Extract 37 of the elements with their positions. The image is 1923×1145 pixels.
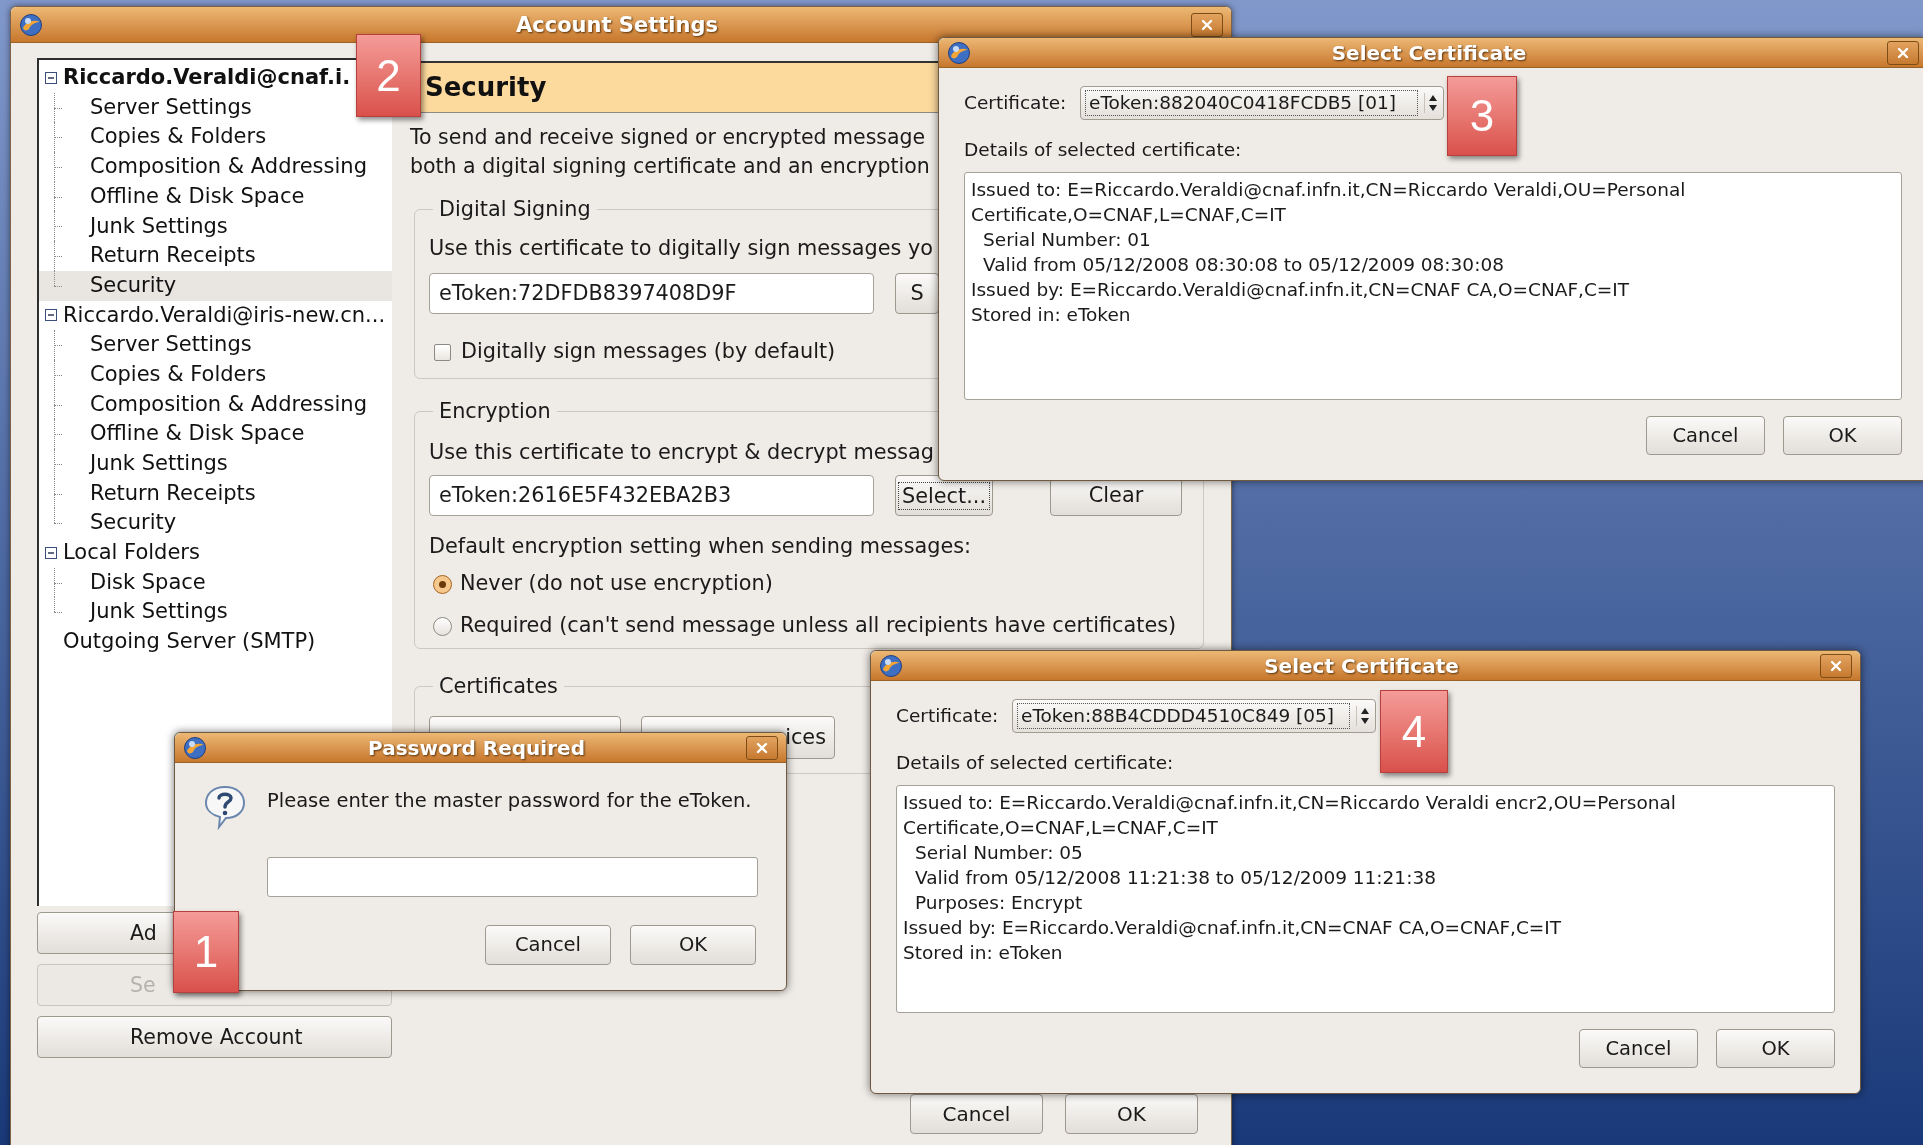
details-line: Serial Number: 05 [914,841,1083,865]
field-label: Details of selected certificate: [964,139,1242,161]
callout-badge: 1 [173,911,239,993]
window-title: Select Certificate [1331,40,1527,65]
details-line: Certificate,O=CNAF,L=CNAF,C=IT [903,816,1218,840]
group-label: Certificates [438,674,559,698]
callout-badge: 3 [1447,76,1517,156]
field-label: Certificate: [964,91,1068,116]
radio-label: Required (can't send message unless all recipients have certificates) [460,612,1177,640]
details-line: Serial Number: 01 [982,228,1151,252]
intro-text: To send and receive signed or encrypted message both a digital signing certificate and an encryption [410,124,930,180]
field-label: Details of selected certificate: [896,752,1174,774]
dialog-message: Please enter the master password for the eToken. [267,788,752,814]
radio-label: Never (do not use encryption) [460,570,773,598]
details-line: Issued to: E=Riccardo.Veraldi@cnaf.infn.it,CN=Riccardo Veraldi encr2,OU=Personal [903,791,1676,815]
group-label: Encryption [438,399,552,423]
group-description: Use this certificate to encrypt & decrypt messag [429,439,935,465]
details-line: Stored in: eToken [903,941,1063,965]
callout-badge: 2 [356,34,421,117]
group-description: Use this certificate to digitally sign messages yo [429,235,933,261]
window-title: Password Required [368,735,585,760]
group-label: Digital Signing [438,197,592,221]
details-line: Certificate,O=CNAF,L=CNAF,C=IT [971,203,1286,227]
details-line: Stored in: eToken [971,303,1131,327]
details-line: Purposes: Encrypt [914,891,1083,915]
details-line: Valid from 05/12/2008 08:30:08 to 05/12/2009 08:30:08 [982,253,1504,277]
page-title: Security [425,71,547,104]
checkbox-label: Digitally sign messages (by default) [461,338,836,366]
field-label: Certificate: [896,704,1000,729]
setting-label: Default encryption setting when sending messages: [429,533,972,559]
callout-badge: 4 [1380,690,1448,773]
details-line: Issued to: E=Riccardo.Veraldi@cnaf.infn.it,CN=Riccardo Veraldi,OU=Personal [971,178,1686,202]
window-title: Select Certificate [1264,653,1459,678]
details-line: Issued by: E=Riccardo.Veraldi@cnaf.infn.it,CN=CNAF CA,O=CNAF,C=IT [971,278,1630,302]
details-line: Valid from 05/12/2008 11:21:38 to 05/12/2009 11:21:38 [914,866,1436,890]
window-title: Account Settings [516,12,718,37]
details-line: Issued by: E=Riccardo.Veraldi@cnaf.infn.it,CN=CNAF CA,O=CNAF,C=IT [903,916,1562,940]
